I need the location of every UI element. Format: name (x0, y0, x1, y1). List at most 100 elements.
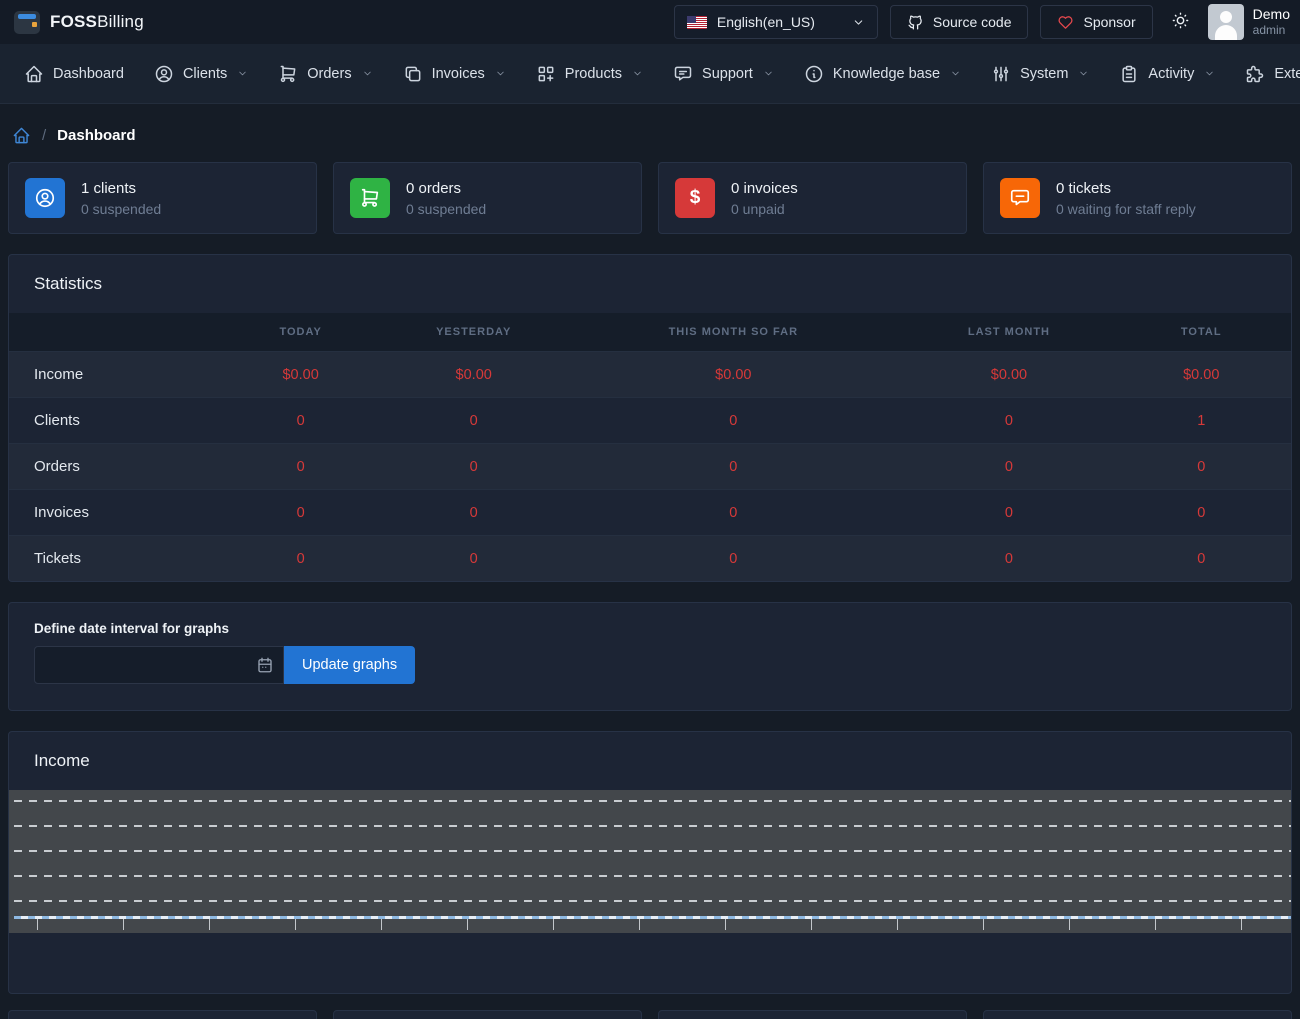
stat-value: 0 (387, 490, 560, 536)
column-header: TOTAL (1111, 313, 1291, 352)
nav-label: Knowledge base (833, 66, 940, 82)
stat-value: $0.00 (560, 352, 906, 398)
language-select[interactable]: English(en_US) (674, 5, 878, 39)
breadcrumb-separator: / (42, 127, 46, 144)
summary-subtitle: 0 unpaid (731, 201, 798, 217)
source-code-button[interactable]: Source code (890, 5, 1029, 39)
content-area: / Dashboard 1 clients 0 suspended 0 orde… (0, 126, 1300, 1019)
breadcrumb-current: Dashboard (57, 127, 135, 144)
brand-bold: FOSS (50, 12, 97, 31)
statistics-table: TODAY YESTERDAY THIS MONTH SO FAR LAST M… (9, 313, 1291, 581)
invoices-card: INVOICES (333, 1010, 642, 1019)
stat-value: 0 (906, 536, 1111, 582)
nav-label: System (1020, 66, 1068, 82)
nav-item-system[interactable]: System (991, 64, 1089, 84)
nav-item-extensions[interactable]: Extensions (1245, 64, 1300, 84)
nav-item-orders[interactable]: Orders (278, 64, 372, 84)
nav-item-invoices[interactable]: Invoices (403, 64, 506, 84)
table-row-invoices: Invoices 0 0 0 0 0 (9, 490, 1291, 536)
nav-item-support[interactable]: Support (673, 64, 774, 84)
income-chart-plot (9, 790, 1291, 933)
home-icon[interactable] (12, 126, 31, 145)
update-graphs-button[interactable]: Update graphs (284, 646, 415, 684)
stat-value: $0.00 (906, 352, 1111, 398)
grid-plus-icon (536, 64, 556, 84)
nav-label: Clients (183, 66, 227, 82)
stat-value: 0 (1111, 536, 1291, 582)
column-header: YESTERDAY (387, 313, 560, 352)
github-icon (907, 14, 924, 31)
brand-light: Billing (97, 12, 144, 31)
date-range-input[interactable] (34, 646, 284, 684)
stat-value: 0 (1111, 444, 1291, 490)
breadcrumb: / Dashboard (12, 126, 1288, 145)
main-nav: Dashboard Clients Orders Invoices Produc… (0, 44, 1300, 104)
nav-item-activity[interactable]: Activity (1119, 64, 1215, 84)
summary-card-text: 0 orders 0 suspended (406, 180, 486, 217)
nav-label: Invoices (432, 66, 485, 82)
table-row-orders: Orders 0 0 0 0 0 (9, 444, 1291, 490)
source-code-label: Source code (933, 14, 1012, 30)
chevron-down-icon (632, 68, 643, 79)
puzzle-icon (1245, 64, 1265, 84)
stat-value: $0.00 (1111, 352, 1291, 398)
gridline (14, 900, 1291, 902)
clipboard-icon (1119, 64, 1139, 84)
ticket-message-icon (1000, 178, 1040, 218)
user-circle-icon (154, 64, 174, 84)
nav-item-clients[interactable]: Clients (154, 64, 248, 84)
nav-label: Extensions (1274, 66, 1300, 82)
user-menu[interactable]: Demo admin (1208, 4, 1290, 40)
summary-card-text: 0 invoices 0 unpaid (731, 180, 798, 217)
summary-subtitle: 0 suspended (81, 201, 161, 217)
user-circle-icon (25, 178, 65, 218)
table-header-row: TODAY YESTERDAY THIS MONTH SO FAR LAST M… (9, 313, 1291, 352)
column-header: THIS MONTH SO FAR (560, 313, 906, 352)
row-label: Orders (9, 444, 214, 490)
stat-value: $0.00 (214, 352, 387, 398)
stat-value: 0 (214, 490, 387, 536)
summary-card-invoices: $ 0 invoices 0 unpaid (658, 162, 967, 234)
stat-value: 0 (906, 490, 1111, 536)
sun-icon (1171, 11, 1190, 30)
nav-label: Dashboard (53, 66, 124, 82)
stat-value: 0 (387, 398, 560, 444)
theme-toggle-button[interactable] (1165, 11, 1196, 33)
stat-value: 0 (906, 398, 1111, 444)
brand[interactable]: FOSSBilling (14, 11, 144, 34)
nav-item-dashboard[interactable]: Dashboard (24, 64, 124, 84)
clients-card: CLIENTS (658, 1010, 967, 1019)
language-value: English(en_US) (717, 14, 815, 30)
income-chart-title: Income (9, 732, 1291, 790)
summary-card-text: 0 tickets 0 waiting for staff reply (1056, 180, 1196, 217)
summary-card-orders: 0 orders 0 suspended (333, 162, 642, 234)
stat-value: $0.00 (387, 352, 560, 398)
row-label: Income (9, 352, 214, 398)
nav-item-knowledge-base[interactable]: Knowledge base (804, 64, 961, 84)
income-chart-panel: Income (8, 731, 1292, 994)
chevron-down-icon (950, 68, 961, 79)
avatar (1208, 4, 1244, 40)
x-axis-ticks (9, 919, 1291, 930)
tickets-card: TICKETS (983, 1010, 1292, 1019)
gridline (14, 800, 1291, 802)
column-header: LAST MONTH (906, 313, 1111, 352)
row-label: Tickets (9, 536, 214, 582)
stat-value: 0 (387, 536, 560, 582)
topbar-right-group: English(en_US) Source code Sponsor Demo … (674, 4, 1290, 40)
sponsor-button[interactable]: Sponsor (1040, 5, 1152, 39)
bottom-cards-row: ORDERS INVOICES CLIENTS TICKETS (8, 1010, 1292, 1019)
message-icon (673, 64, 693, 84)
nav-item-products[interactable]: Products (536, 64, 643, 84)
summary-card-text: 1 clients 0 suspended (81, 180, 161, 217)
wallet-logo-icon (14, 11, 40, 34)
us-flag-icon (687, 16, 707, 29)
date-input-group: Update graphs (34, 646, 1266, 684)
user-info: Demo admin (1253, 6, 1290, 37)
table-row-income: Income $0.00 $0.00 $0.00 $0.00 $0.00 (9, 352, 1291, 398)
summary-card-tickets: 0 tickets 0 waiting for staff reply (983, 162, 1292, 234)
stat-value: 0 (1111, 490, 1291, 536)
statistics-panel: Statistics TODAY YESTERDAY THIS MONTH SO… (8, 254, 1292, 582)
home-icon (24, 64, 44, 84)
summary-title: 0 tickets (1056, 180, 1196, 197)
